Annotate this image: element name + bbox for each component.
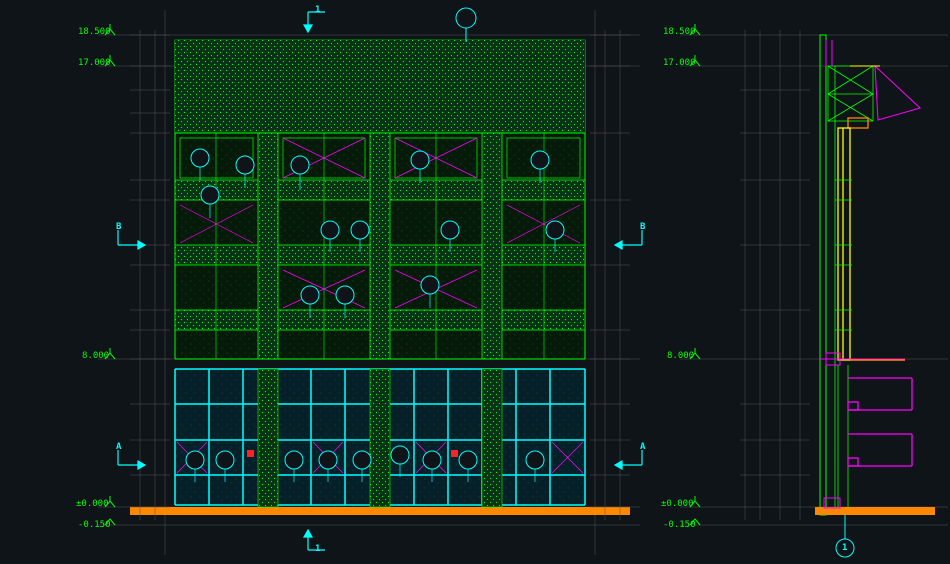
section-marker-1-top [304,12,325,32]
dim-ticks-right [590,30,630,520]
top-circle-callout [456,8,476,42]
curtain-wall-section [838,128,850,360]
label-level-0: ±0.000 [76,499,109,509]
label-sec-8000: 8.000 [667,351,694,361]
marker-1-top-label: 1 [315,5,320,15]
upper-green-grid [175,40,585,133]
marker-B-right-label: B [640,222,645,232]
section-marker-A-left [118,450,145,469]
section-marker-B-left [118,230,145,249]
balcony-2 [848,434,912,466]
label-level-18500: 18.500 [78,27,111,37]
dim-ticks-left [130,30,170,520]
level-18500 [98,24,640,35]
marker-A-right-label: A [640,442,645,452]
balcony-1 [848,378,912,410]
section-view [680,24,948,557]
label-sec-17000: 17.000 [663,58,696,68]
cad-drawing-canvas [0,0,950,564]
label-sec-18500: 18.500 [663,27,696,37]
ground-strip [130,507,630,515]
section-marker-A-right [615,450,642,469]
label-sec-0: ±0.000 [661,499,694,509]
grid-bubble-label: 1 [842,543,847,553]
level-neg150 [98,519,640,525]
lower-cyan-section [175,369,585,507]
label-sec-neg: -0.150 [663,520,696,530]
marker-A-left-label: A [116,442,121,452]
label-level-neg: -0.150 [78,520,111,530]
elevation-view [98,8,642,555]
marker-1-bottom-label: 1 [315,544,320,554]
mid-green-section [175,133,585,359]
label-level-17000: 17.000 [78,58,111,68]
section-marker-B-right [615,230,642,249]
label-level-8000: 8.000 [82,351,109,361]
marker-B-left-label: B [116,222,121,232]
